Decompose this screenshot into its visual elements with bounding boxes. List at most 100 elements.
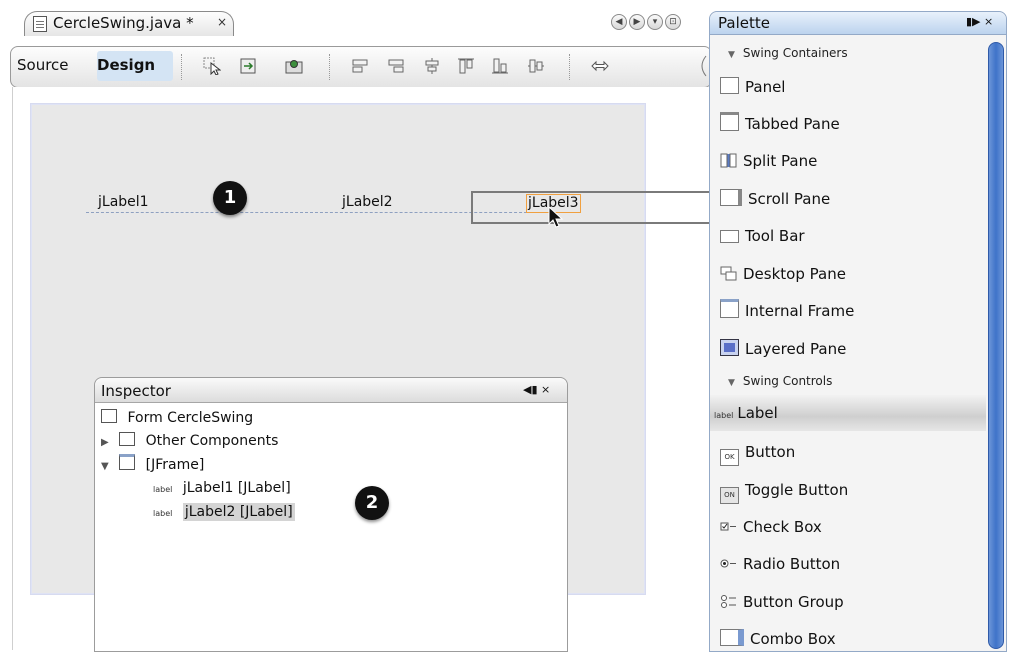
palette-item-scroll-pane[interactable]: Scroll Pane [720,184,985,214]
tabbed-pane-icon [720,112,739,131]
align-top-icon[interactable] [457,57,475,75]
tree-node-label: Other Components [145,433,279,449]
palette-item-tabbed-pane[interactable]: Tabbed Pane [720,109,985,139]
palette-item-label: Tabbed Pane [745,115,840,133]
tree-node-label: Form CercleSwing [127,410,254,426]
palette-item-label: Radio Button [743,555,841,573]
collapse-triangle-icon[interactable]: ▼ [728,50,735,60]
other-components-icon [119,432,136,446]
palette-item-desktop-pane[interactable]: Desktop Pane [720,259,985,289]
java-file-icon [33,16,47,32]
palette-scrollbar-thumb[interactable] [988,42,1004,649]
palette-item-label: Scroll Pane [748,190,831,208]
palette-item-label: Internal Frame [745,302,855,320]
inspector-title: Inspector [101,382,171,400]
design-tab[interactable]: Design [97,56,155,74]
tree-node-label: jLabel1 [JLabel] [182,480,291,496]
split-pane-icon [720,153,737,168]
palette-item-layered-pane[interactable]: Layered Pane [720,334,985,364]
center-vertically-icon[interactable] [527,57,545,75]
scroll-pane-icon [720,189,742,206]
scroll-tabs-right-button[interactable]: ▶ [629,14,645,30]
palette-item-split-pane[interactable]: Split Pane [720,146,985,176]
palette-item-label: Desktop Pane [743,265,846,283]
form-icon [101,409,117,423]
palette-item-label: Tool Bar [745,227,805,245]
tree-node-other-components[interactable]: ▶ Other Components [101,431,278,451]
center-horizontally-icon[interactable] [423,57,441,75]
combo-box-icon [720,629,744,646]
connection-mode-icon[interactable] [239,57,257,75]
toolbar-overflow-icon[interactable] [697,55,707,77]
category-label: Swing Containers [742,46,848,60]
palette-item-tool-bar[interactable]: Tool Bar [720,221,985,251]
palette-item-label: Button [745,443,796,461]
expand-triangle-icon[interactable]: ▶ [101,437,109,448]
form-jlabel2[interactable]: jLabel2 [342,194,393,210]
change-horizontal-resizability-icon[interactable] [591,57,609,75]
align-left-icon[interactable] [351,57,369,75]
palette-item-label: Layered Pane [745,340,847,358]
radio-button-icon [720,556,737,571]
toolbar-separator [181,54,182,80]
show-opened-documents-button[interactable]: ▾ [647,14,663,30]
button-group-icon [720,594,737,609]
editor-tab-cercleswing[interactable]: CercleSwing.java * × [24,11,234,36]
category-swing-controls[interactable]: ▼ Swing Controls [728,374,832,388]
palette-item-label: Button Group [743,593,844,611]
preview-design-icon[interactable] [285,57,303,75]
form-jlabel1[interactable]: jLabel1 [98,194,149,210]
tree-node-jlabel2[interactable]: label jLabel2 [JLabel] [153,502,295,522]
editor-toolbar: Source Design [10,46,712,88]
palette-item-panel[interactable]: Panel [720,72,985,102]
inspector-header: Inspector ◀▮ × [95,378,567,403]
palette-item-check-box[interactable]: Check Box [720,512,985,542]
button-icon: OK [720,449,739,466]
toggle-button-icon: ON [720,487,739,504]
tree-node-form[interactable]: Form CercleSwing [101,408,253,428]
align-right-icon[interactable] [387,57,405,75]
palette-minimize-close-controls[interactable]: ▮▶ × [966,15,993,28]
inspector-minimize-close-controls[interactable]: ◀▮ × [523,383,550,396]
tool-bar-icon [720,230,739,243]
palette-item-button[interactable]: OK Button [720,437,985,467]
palette-item-label: Combo Box [750,630,836,648]
baseline-guide-line [86,212,532,213]
palette-item-internal-frame[interactable]: Internal Frame [720,296,985,326]
tree-node-jlabel1[interactable]: label jLabel1 [JLabel] [153,478,291,498]
source-tab[interactable]: Source [17,56,69,74]
jframe-icon [119,454,136,470]
palette-item-button-group[interactable]: Button Group [720,587,985,617]
callout-2: 2 [355,486,389,520]
palette-header: Palette ▮▶ × [710,12,1006,35]
desktop-pane-icon [720,266,737,281]
palette-title: Palette [718,14,770,32]
selection-mode-icon[interactable] [203,57,221,75]
palette-item-label-component[interactable]: label Label [714,398,979,428]
internal-frame-icon [720,299,739,318]
label-component-icon: label [153,509,173,518]
palette-panel: Palette ▮▶ × ▼ Swing Containers Panel Tab… [709,11,1007,652]
panel-icon [720,77,739,94]
maximize-window-button[interactable]: ⊡ [665,14,681,30]
category-swing-containers[interactable]: ▼ Swing Containers [728,46,848,60]
layered-pane-icon [720,339,739,356]
tree-node-jframe[interactable]: ▼ [JFrame] [101,454,204,474]
palette-item-label: Panel [745,78,786,96]
inspector-panel: Inspector ◀▮ × Form CercleSwing ▶ Other … [94,377,568,652]
category-label: Swing Controls [742,374,833,388]
toolbar-separator [329,54,330,80]
check-box-icon [720,519,737,534]
editor-tab-title: CercleSwing.java * [53,14,194,32]
palette-item-label: Check Box [743,518,822,536]
mouse-cursor-icon [548,206,564,228]
align-bottom-icon[interactable] [491,57,509,75]
palette-item-toggle-button[interactable]: ON Toggle Button [720,475,985,505]
palette-item-radio-button[interactable]: Radio Button [720,549,985,579]
label-icon: label [714,411,734,420]
palette-item-label: Toggle Button [745,481,849,499]
close-tab-icon[interactable]: × [217,15,227,29]
collapse-triangle-icon[interactable]: ▼ [728,378,735,388]
scroll-tabs-left-button[interactable]: ◀ [611,14,627,30]
collapse-triangle-icon[interactable]: ▼ [101,461,109,472]
